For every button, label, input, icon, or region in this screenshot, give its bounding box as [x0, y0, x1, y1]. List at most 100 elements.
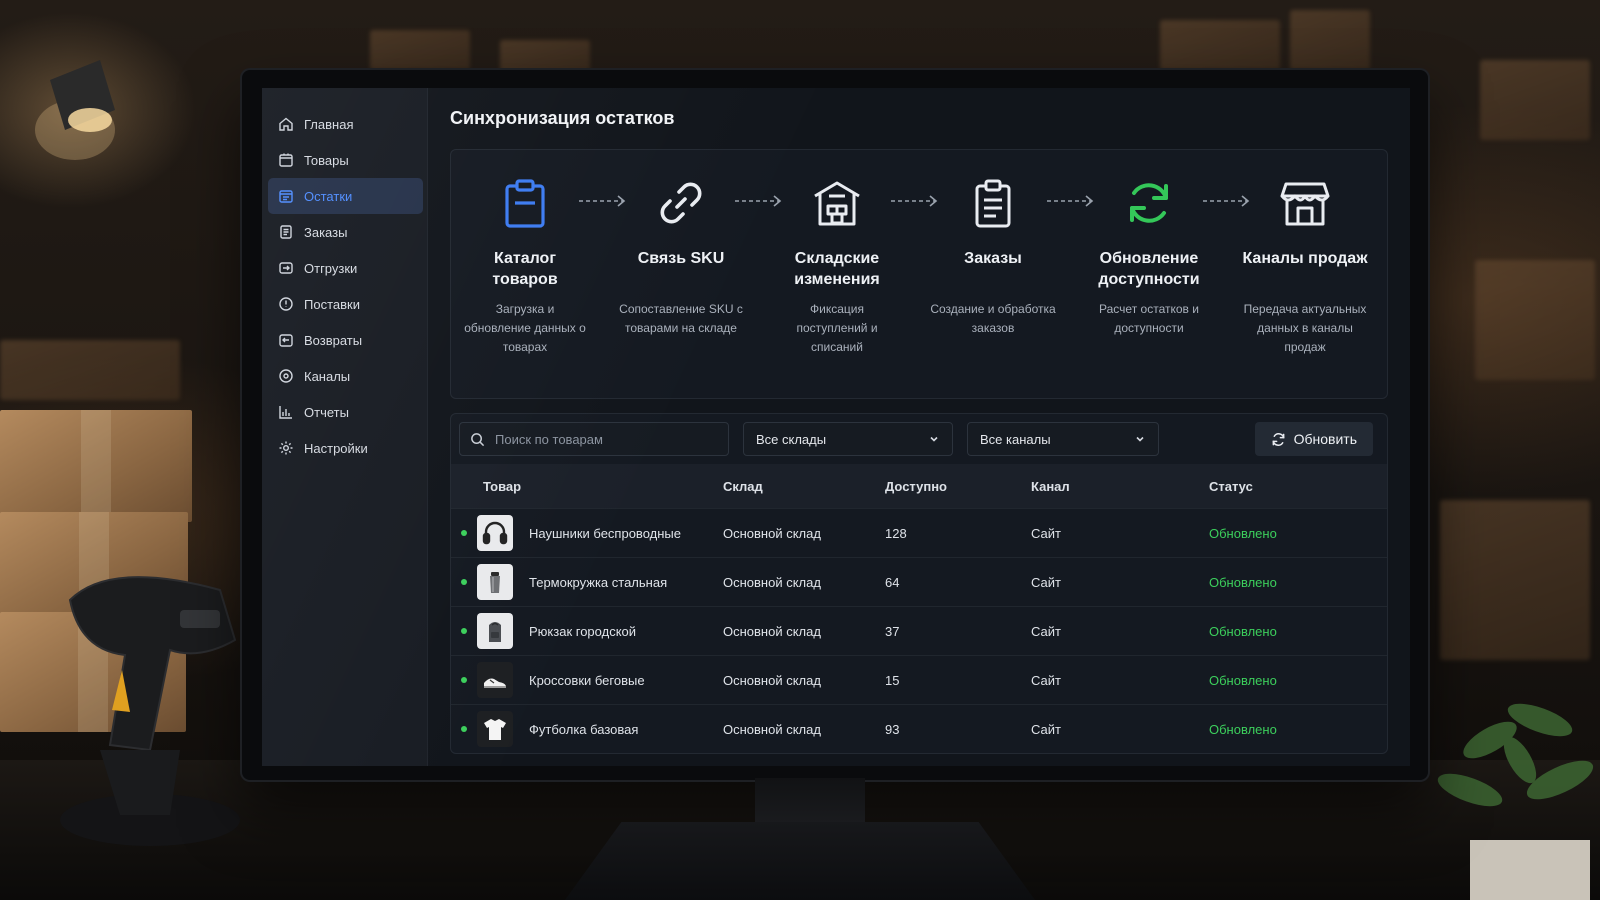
storefront-icon [1280, 182, 1330, 226]
flow-step-desc: Загрузка и обновление данных о товарах [464, 302, 586, 354]
flow-step-title: Каналы продаж [1242, 250, 1368, 267]
shipments-icon [279, 262, 293, 274]
warehouse-select-value: Все склады [756, 431, 827, 447]
thermos-icon [490, 572, 500, 593]
refresh-button-label: Обновить [1293, 431, 1357, 447]
sidebar-item-supplies[interactable]: Поставки [268, 286, 423, 322]
sidebar-item-returns[interactable]: Возвраты [268, 322, 423, 358]
sidebar-item-label: Отгрузки [304, 260, 358, 276]
flow-step-sku-link: Связь SKU Сопоставление SKU с товарами н… [617, 172, 745, 338]
sidebar-item-products[interactable]: Товары [268, 142, 423, 178]
background-shelf-box [0, 340, 180, 400]
headphones-icon [482, 521, 508, 545]
status-cell: Обновлено [1209, 623, 1277, 639]
flow-step-title: Каталог товаров [492, 250, 558, 288]
background-shelf-box [500, 40, 590, 72]
search-box[interactable] [459, 422, 729, 456]
refresh-button[interactable]: Обновить [1254, 422, 1373, 456]
sync-icon [1130, 183, 1168, 223]
channel-cell: Сайт [1031, 525, 1061, 541]
available-cell: 128 [885, 525, 907, 541]
flow-step-sales-channels: Каналы продаж Передача актуальных данных… [1241, 172, 1369, 357]
status-cell: Обновлено [1209, 525, 1277, 541]
product-thumbnail [477, 613, 513, 649]
app-screen: Главная Товары Остатки Заказы Отгрузки П… [262, 88, 1410, 766]
sync-flow-panel: Каталог товаров Загрузка и обновление да… [450, 149, 1388, 399]
table-row[interactable]: Кроссовки беговые Основной склад 15 Сайт… [451, 655, 1387, 704]
channel-cell: Сайт [1031, 672, 1061, 688]
sidebar-item-label: Каналы [304, 368, 351, 384]
table-row[interactable]: Рюкзак городской Основной склад 37 Сайт … [451, 606, 1387, 655]
column-header-product[interactable]: Товар [451, 479, 723, 494]
sidebar-item-reports[interactable]: Отчеты [268, 394, 423, 430]
product-thumbnail [477, 564, 513, 600]
warehouse-cell: Основной склад [723, 525, 821, 541]
supplies-icon [279, 297, 293, 311]
flow-arrow-icon [1047, 194, 1094, 208]
available-cell: 64 [885, 574, 900, 590]
warehouse-cell: Основной склад [723, 721, 821, 737]
refresh-icon [1272, 432, 1285, 446]
channel-select[interactable]: Все каналы [967, 422, 1159, 456]
sidebar: Главная Товары Остатки Заказы Отгрузки П… [262, 88, 428, 766]
sidebar-item-home[interactable]: Главная [268, 106, 423, 142]
inventory-icon [279, 190, 293, 203]
sidebar-item-shipments[interactable]: Отгрузки [268, 250, 423, 286]
background-shelf-box [1290, 10, 1370, 70]
desk-lamp-icon [35, 60, 115, 160]
flow-arrow-icon [891, 194, 938, 208]
sync-status-dot [461, 677, 467, 683]
table-header: Товар Склад Доступно Канал Статус [451, 464, 1387, 508]
flow-step-desc: Передача актуальных данных в каналы прод… [1243, 302, 1367, 354]
flow-step-title: Складские изменения [794, 250, 880, 288]
sidebar-item-label: Отчеты [304, 404, 349, 420]
channel-cell: Сайт [1031, 574, 1061, 590]
warehouse-select[interactable]: Все склады [743, 422, 953, 456]
sidebar-item-label: Возвраты [304, 332, 363, 348]
warehouse-icon [814, 181, 860, 226]
sidebar-item-orders[interactable]: Заказы [268, 214, 423, 250]
channel-cell: Сайт [1031, 623, 1061, 639]
search-icon [471, 432, 485, 446]
available-cell: 37 [885, 623, 900, 639]
flow-step-title: Обновление доступности [1098, 250, 1200, 288]
flow-step-desc: Создание и обработка заказов [930, 302, 1056, 335]
chevron-down-icon [930, 436, 938, 442]
column-header-channel[interactable]: Канал [1031, 479, 1209, 494]
flow-step-availability: Обновление доступности Расчет остатков и… [1085, 172, 1213, 338]
sidebar-item-stock[interactable]: Остатки [268, 178, 423, 214]
sidebar-item-channels[interactable]: Каналы [268, 358, 423, 394]
monitor-stand-base [565, 822, 1035, 900]
order-list-icon [975, 179, 1011, 228]
column-header-status[interactable]: Статус [1209, 479, 1387, 494]
sidebar-item-label: Поставки [304, 296, 360, 312]
background-shelf-box [1480, 60, 1590, 140]
column-header-warehouse[interactable]: Склад [723, 479, 885, 494]
table-row[interactable]: Наушники беспроводные Основной склад 128… [451, 508, 1387, 557]
flow-arrow-icon [579, 194, 626, 208]
column-header-available[interactable]: Доступно [885, 479, 1031, 494]
tshirt-icon [484, 719, 506, 740]
product-name: Футболка базовая [529, 721, 639, 737]
plant-icon [1437, 703, 1594, 900]
sidebar-item-settings[interactable]: Настройки [268, 430, 423, 466]
available-cell: 15 [885, 672, 900, 688]
flow-step-desc: Фиксация поступлений и списаний [796, 302, 878, 354]
link-icon [660, 182, 702, 224]
table-row[interactable]: Термокружка стальная Основной склад 64 С… [451, 557, 1387, 606]
flow-step-orders: Заказы Создание и обработка заказов [929, 172, 1057, 338]
status-cell: Обновлено [1209, 672, 1277, 688]
sidebar-item-label: Товары [304, 152, 349, 168]
table-row[interactable]: Футболка базовая Основной склад 93 Сайт … [451, 704, 1387, 753]
search-input[interactable] [495, 431, 715, 447]
flow-arrow-icon [735, 194, 782, 208]
table-toolbar: Все склады Все каналы Обновить [451, 414, 1387, 464]
box-icon [279, 153, 293, 167]
flow-step-warehouse-changes: Складские изменения Фиксация поступлений… [773, 172, 901, 357]
flow-arrow-icon [1203, 194, 1250, 208]
sidebar-item-label: Настройки [304, 440, 368, 456]
sync-status-dot [461, 530, 467, 536]
backpack-icon [489, 622, 501, 642]
product-name: Кроссовки беговые [529, 672, 645, 688]
background-shelf-box [1475, 260, 1595, 380]
